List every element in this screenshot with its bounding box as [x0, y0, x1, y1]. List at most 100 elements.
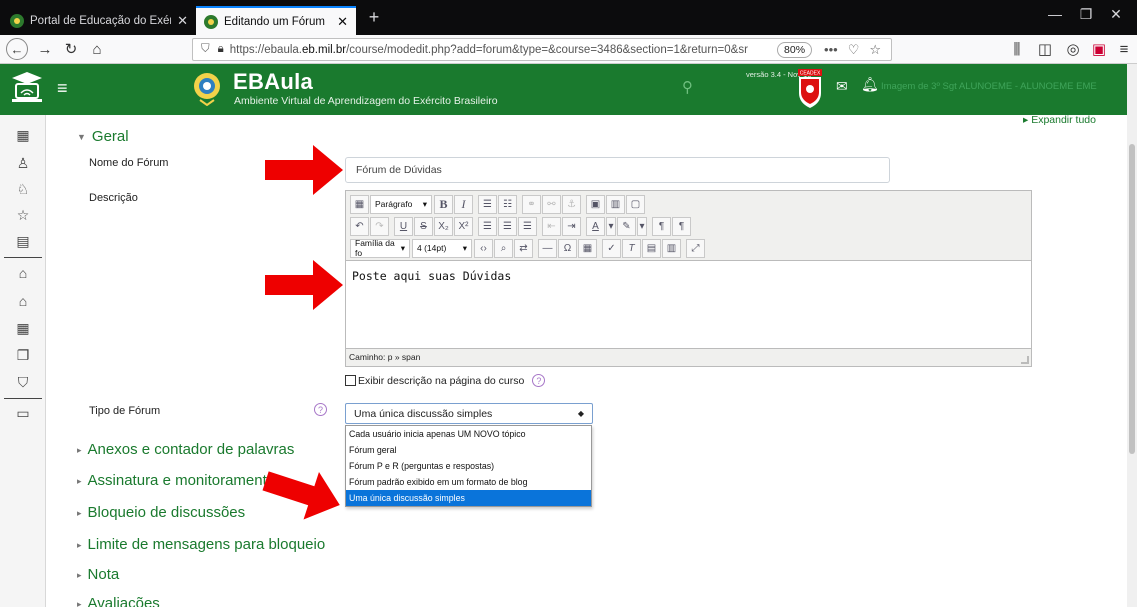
forum-type-option-selected[interactable]: Uma única discussão simples	[346, 490, 591, 506]
undo-icon[interactable]: ↶	[350, 216, 369, 236]
find-icon[interactable]: ⌕	[494, 238, 513, 258]
chevron-down-icon[interactable]: ▾	[637, 216, 647, 236]
badges-icon[interactable]: ♘	[0, 181, 46, 198]
bullet-list-icon[interactable]: ☰	[478, 194, 497, 214]
menu-hamburger-icon[interactable]: ≡	[1113, 38, 1135, 60]
editor-content-area[interactable]: Poste aqui suas Dúvidas	[346, 260, 1031, 349]
paragraph-format-select[interactable]: Parágrafo ▾	[370, 194, 432, 214]
zoom-badge[interactable]: 80%	[777, 41, 813, 58]
scrollbar-thumb[interactable]	[1129, 144, 1135, 454]
forward-arrow-icon[interactable]: →	[34, 38, 56, 60]
background-color-icon[interactable]: ✎	[617, 216, 636, 236]
brand-title[interactable]: EBAula	[233, 69, 313, 95]
tab-editando-forum[interactable]: Editando um Fórum ✕	[196, 6, 356, 35]
private-files-icon[interactable]: ❐	[0, 347, 46, 364]
text-color-icon[interactable]: A	[586, 216, 605, 236]
pocket-save-icon[interactable]: ▣	[1088, 38, 1110, 60]
paste-text-icon[interactable]: ▤	[642, 238, 661, 258]
section-anexos[interactable]: ▸ Anexos e contador de palavras	[77, 441, 294, 458]
graduation-laptop-icon[interactable]	[10, 70, 44, 106]
subscript-icon[interactable]: X₂	[434, 216, 453, 236]
special-char-icon[interactable]: Ω	[558, 238, 577, 258]
paste-word-icon[interactable]: ▥	[662, 238, 681, 258]
strikethrough-icon[interactable]: S	[414, 216, 433, 236]
forum-type-option[interactable]: Fórum padrão exibido em um formato de bl…	[346, 474, 591, 490]
window-close-icon[interactable]: ✕	[1101, 6, 1131, 23]
minimize-icon[interactable]: —	[1040, 6, 1070, 22]
drawer-toggle-icon[interactable]: ≡	[57, 78, 68, 99]
mail-icon[interactable]: ✉	[836, 78, 848, 95]
back-arrow-icon[interactable]: ←	[6, 38, 28, 60]
bell-icon[interactable]: 🔔︎	[861, 76, 879, 93]
horizontal-rule-icon[interactable]: ―	[538, 238, 557, 258]
user-menu[interactable]: Imagem de 3º Sgt ALUNOEME - ALUNOEME EME	[881, 81, 1097, 92]
address-bar[interactable]: ⛉ 🔒︎ https://ebaula.eb.mil.br/course/mod…	[192, 38, 892, 61]
search-icon[interactable]: ⚲	[682, 78, 693, 96]
section-limite-mensagens[interactable]: ▸ Limite de mensagens para bloqueio	[77, 536, 325, 553]
close-tab-icon[interactable]: ✕	[177, 13, 188, 29]
show-description-checkbox-row[interactable]: Exibir descrição na página do curso ?	[345, 374, 546, 387]
forum-type-option[interactable]: Fórum geral	[346, 442, 591, 458]
expand-all-link[interactable]: ▸ Expandir tudo	[1023, 114, 1096, 126]
numbered-list-icon[interactable]: ☷	[498, 194, 517, 214]
forum-type-option[interactable]: Cada usuário inicia apenas UM NOVO tópic…	[346, 426, 591, 442]
outdent-icon[interactable]: ⇤	[542, 216, 561, 236]
align-right-icon[interactable]: ☰	[518, 216, 537, 236]
font-size-select[interactable]: 4 (14pt) ▾	[412, 238, 472, 258]
align-center-icon[interactable]: ☰	[498, 216, 517, 236]
help-icon[interactable]: ?	[314, 403, 327, 416]
page-actions-icon[interactable]: •••	[824, 42, 838, 57]
grades-book-icon[interactable]: ▤	[0, 233, 46, 250]
home-icon[interactable]: ⌂	[0, 265, 46, 281]
manage-files-icon[interactable]: ▢	[626, 194, 645, 214]
section-nota[interactable]: ▸ Nota	[77, 566, 119, 583]
competencies-star-icon[interactable]: ☆	[0, 207, 46, 224]
ltr-icon[interactable]: ¶	[652, 216, 671, 236]
section-bloqueio[interactable]: ▸ Bloqueio de discussões	[77, 504, 245, 521]
my-courses-icon[interactable]: ⛉	[0, 374, 46, 391]
font-family-select[interactable]: Família da fo ▾	[350, 238, 410, 258]
site-home-icon[interactable]: ⌂	[0, 293, 46, 309]
editor-resize-handle[interactable]	[1021, 356, 1029, 364]
replace-icon[interactable]: ⇄	[514, 238, 533, 258]
folder-icon[interactable]: ▭	[0, 405, 46, 422]
forum-name-input[interactable]	[345, 157, 890, 183]
section-geral[interactable]: ▼ Geral	[77, 128, 129, 145]
tab-portal-educacao[interactable]: Portal de Educação do Exército ✕	[2, 6, 196, 35]
underline-icon[interactable]: U	[394, 216, 413, 236]
participants-icon[interactable]: ♙	[0, 155, 46, 172]
bold-icon[interactable]: B	[434, 194, 453, 214]
italic-icon[interactable]: I	[454, 194, 473, 214]
new-tab-icon[interactable]: +	[362, 7, 386, 28]
chevron-down-icon[interactable]: ▾	[606, 216, 616, 236]
table-icon[interactable]: ▦	[578, 238, 597, 258]
section-assinatura[interactable]: ▸ Assinatura e monitoramento	[77, 472, 275, 489]
help-icon[interactable]: ?	[532, 374, 546, 387]
unlink-icon[interactable]: ⚯	[542, 194, 561, 214]
remove-format-icon[interactable]: T	[622, 238, 641, 258]
forum-type-select[interactable]: Uma única discussão simples ◆	[345, 403, 593, 424]
restore-icon[interactable]: ❐	[1071, 6, 1101, 23]
fullscreen-icon[interactable]: ⤢	[686, 238, 705, 258]
forum-type-option[interactable]: Fórum P e R (perguntas e respostas)	[346, 458, 591, 474]
lock-icon[interactable]: 🔒︎	[218, 43, 224, 56]
ceadex-shield-icon[interactable]: CEADEX	[797, 69, 823, 109]
extension-icon[interactable]: ◎	[1062, 38, 1084, 60]
section-avaliacoes[interactable]: ▸ Avaliações	[77, 595, 160, 607]
code-icon[interactable]: ‹›	[474, 238, 493, 258]
rtl-icon[interactable]: ¶	[672, 216, 691, 236]
sidebar-toggle-icon[interactable]: ◫	[1034, 38, 1056, 60]
dashboard-grid-icon[interactable]: ▦	[0, 127, 46, 144]
clear-format-icon[interactable]: ✓	[602, 238, 621, 258]
pocket-icon[interactable]: ♡	[848, 42, 860, 58]
redo-icon[interactable]: ↷	[370, 216, 389, 236]
align-left-icon[interactable]: ☰	[478, 216, 497, 236]
link-icon[interactable]: ⚭	[522, 194, 541, 214]
anchor-icon[interactable]: ⚓︎	[562, 194, 581, 214]
bookmark-star-icon[interactable]: ☆	[869, 42, 881, 58]
close-tab-icon[interactable]: ✕	[337, 14, 348, 30]
show-description-checkbox[interactable]	[345, 375, 356, 386]
superscript-icon[interactable]: X²	[454, 216, 473, 236]
library-icon[interactable]: ⫼	[1006, 38, 1028, 60]
toolbar-toggle-icon[interactable]: ▦	[350, 194, 369, 214]
